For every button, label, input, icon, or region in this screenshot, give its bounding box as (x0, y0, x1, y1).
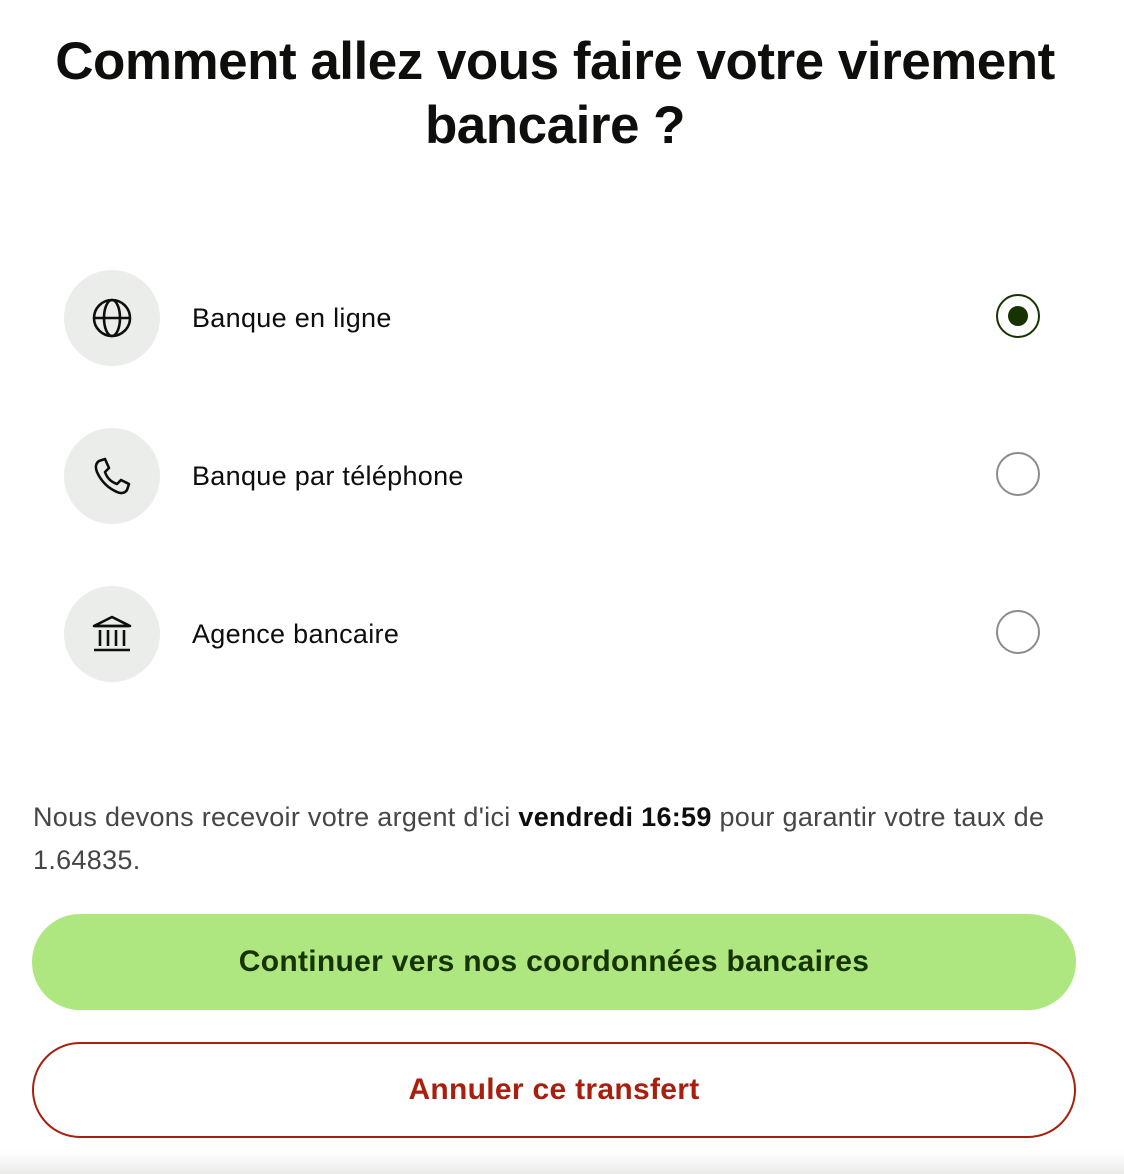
radio-online-banking[interactable] (996, 294, 1040, 338)
page-title: Comment allez vous faire votre virement … (55, 32, 1055, 155)
radio-bank-branch[interactable] (996, 610, 1040, 654)
continue-button[interactable]: Continuer vers nos coordonnées bancaires (32, 914, 1076, 1010)
radio-phone-banking[interactable] (996, 452, 1040, 496)
notice-deadline: vendredi 16:59 (518, 802, 712, 832)
bank-building-icon (64, 586, 160, 682)
notice-text-before: Nous devons recevoir votre argent d'ici (33, 802, 519, 832)
option-label: Agence bancaire (192, 619, 400, 649)
option-label: Banque en ligne (192, 303, 392, 333)
transfer-method-page: Comment allez vous faire votre virement … (0, 0, 1124, 1174)
globe-icon (64, 270, 160, 366)
phone-icon (64, 428, 160, 524)
option-phone-banking[interactable]: Banque par téléphone (64, 428, 1060, 524)
deadline-notice: Nous devons recevoir votre argent d'ici … (33, 796, 1063, 882)
bottom-fade (0, 1150, 1124, 1174)
option-online-banking[interactable]: Banque en ligne (64, 270, 1060, 366)
option-bank-branch[interactable]: Agence bancaire (64, 586, 1060, 682)
option-label: Banque par téléphone (192, 461, 464, 491)
cancel-transfer-button[interactable]: Annuler ce transfert (32, 1042, 1076, 1138)
